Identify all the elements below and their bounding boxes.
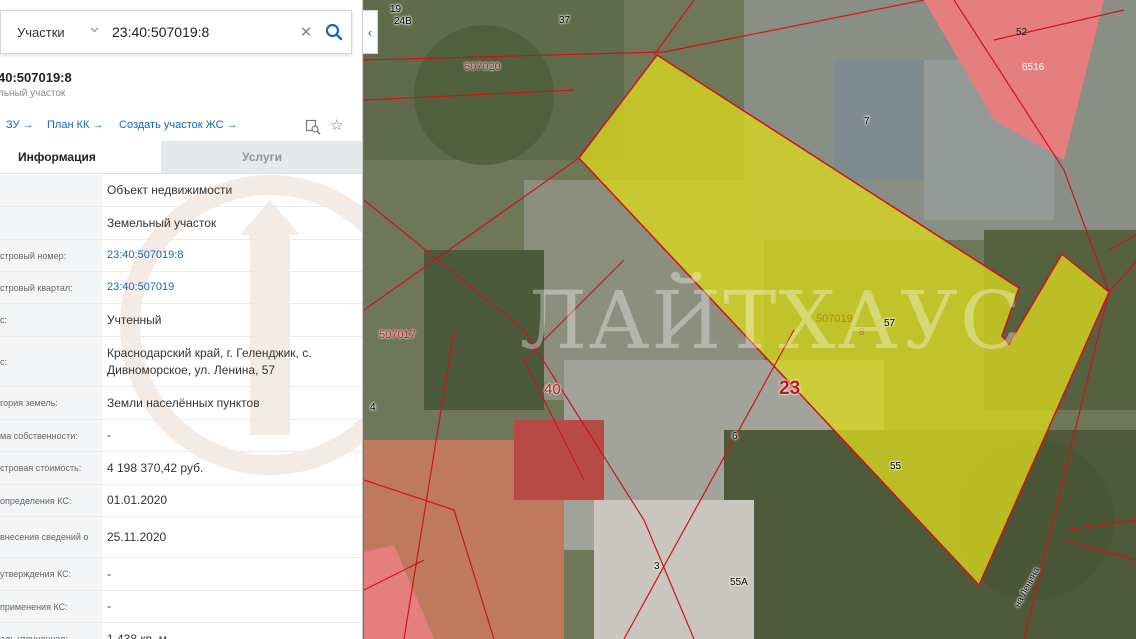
table-row: Земельный участок (0, 207, 362, 240)
map-label-37: 37 (559, 15, 571, 26)
table-row: ма собственности: - (0, 420, 362, 452)
cadastral-map[interactable]: 19 24В 37 52 6516 507020 7 507017 40 4 2… (364, 0, 1136, 639)
row-label: стровый номер: (0, 240, 102, 271)
object-subtitle: льный участок (0, 88, 66, 99)
row-value: Учтенный (107, 312, 162, 327)
row-label: утверждения КС: (0, 558, 102, 590)
row-value: 01.01.2020 (107, 493, 168, 507)
search-type-label: Участки (17, 24, 65, 40)
table-row: внесения сведений о 25.11.2020 (0, 517, 362, 558)
row-value: 25.11.2020 (107, 529, 167, 544)
panel-tabs: Информация Услуги (0, 141, 362, 174)
table-row: стровый номер: 23:40:507019:8 (0, 240, 362, 272)
link-zu-label: ЗУ (6, 119, 20, 131)
table-row: утверждения КС: - (0, 558, 362, 591)
map-label-52: 52 (1016, 27, 1028, 38)
table-row: с: Учтенный (0, 304, 362, 337)
row-value: Объект недвижимости (107, 183, 233, 197)
link-plan-kk-label: План КК (47, 119, 90, 131)
row-label: с: (0, 337, 102, 386)
link-create-parcel-label: Создать участок ЖС (119, 119, 224, 131)
row-value: 1 438 кв. м (107, 631, 167, 639)
link-zu[interactable]: ЗУ → (6, 119, 34, 131)
row-value: - (107, 428, 111, 442)
chevron-down-icon (89, 24, 100, 38)
zoom-to-object-button[interactable] (305, 119, 321, 140)
table-row: гория земель: Земли населённых пунктов (0, 387, 362, 420)
map-label-55a: 55А (730, 577, 748, 588)
search-icon (325, 23, 343, 41)
collapse-panel-button[interactable]: ‹ (363, 10, 378, 54)
row-label: применения КС: (0, 591, 102, 622)
map-label-6516: 6516 (1022, 62, 1045, 73)
row-label: ма собственности: (0, 420, 102, 451)
table-row: адь уточненная: 1 438 кв. м (0, 623, 362, 639)
row-label: внесения сведений о (0, 517, 102, 557)
arrow-right-icon: → (92, 119, 104, 131)
close-icon: ✕ (299, 24, 313, 41)
row-value: Земли населённых пунктов (107, 395, 260, 410)
row-label (0, 175, 102, 206)
link-create-parcel[interactable]: Создать участок ЖС → (119, 119, 238, 131)
row-value: Земельный участок (107, 215, 217, 230)
map-label-55: 55 (890, 461, 902, 472)
row-label: стровый квартал: (0, 272, 102, 303)
row-value: 4 198 370,42 руб. (107, 460, 204, 475)
search-button[interactable] (317, 11, 351, 53)
table-row: с: Краснодарский край, г. Геленджик, с. … (0, 337, 362, 387)
arrow-right-icon: → (22, 119, 34, 131)
row-value: Краснодарский край, г. Геленджик, с. Див… (107, 345, 312, 377)
favorite-button[interactable]: ☆ (330, 118, 343, 134)
table-row: стровый квартал: 23:40:507019 (0, 272, 362, 304)
chevron-left-icon: ‹ (367, 24, 373, 40)
zoom-object-icon (305, 119, 321, 135)
table-row: применения КС: - (0, 591, 362, 623)
info-panel: Участки ✕ 40:507019:8 льный участок ЗУ →… (0, 0, 363, 639)
map-label-507019: 507019 (816, 313, 853, 325)
table-row: стровая стоимость: 4 198 370,42 руб. (0, 452, 362, 485)
map-label-57: 57 (884, 318, 896, 329)
star-icon: ☆ (330, 117, 344, 134)
cadastral-number-link[interactable]: 23:40:507019:8 (107, 240, 357, 271)
clear-search-button[interactable]: ✕ (295, 23, 317, 41)
row-value: - (107, 599, 111, 613)
row-label (0, 207, 102, 239)
table-row: определения КС: 01.01.2020 (0, 485, 362, 517)
map-layer (364, 0, 1136, 639)
row-label: гория земель: (0, 387, 102, 419)
info-table: Объект недвижимости Земельный участок ст… (0, 175, 362, 639)
row-value: - (107, 566, 111, 581)
map-label-19: 19 (390, 4, 402, 15)
map-label-24v: 24В (394, 16, 412, 27)
tab-information[interactable]: Информация (0, 141, 161, 173)
search-bar: Участки ✕ (0, 10, 352, 54)
search-type-select[interactable]: Участки (1, 11, 106, 53)
map-label-507020: 507020 (464, 61, 501, 73)
map-label-23: 23 (779, 378, 801, 399)
map-label-40: 40 (544, 381, 561, 398)
cadastral-quarter-link[interactable]: 23:40:507019 (107, 272, 357, 303)
map-label-6: 6 (732, 431, 738, 442)
map-label-4: 4 (370, 402, 376, 413)
map-label-7: 7 (864, 116, 870, 127)
row-label: с: (0, 304, 102, 336)
search-input[interactable] (106, 11, 295, 53)
table-row: Объект недвижимости (0, 175, 362, 207)
row-label: адь уточненная: (0, 623, 102, 639)
map-label-8: 8 (859, 327, 865, 338)
link-plan-kk[interactable]: План КК → (47, 119, 103, 131)
map-label-507017: 507017 (379, 329, 416, 341)
arrow-right-icon: → (226, 119, 238, 131)
row-label: определения КС: (0, 485, 102, 516)
tab-services[interactable]: Услуги (161, 141, 362, 173)
map-label-3: 3 (654, 561, 660, 572)
row-label: стровая стоимость: (0, 452, 102, 484)
object-title: 40:507019:8 (0, 70, 72, 85)
